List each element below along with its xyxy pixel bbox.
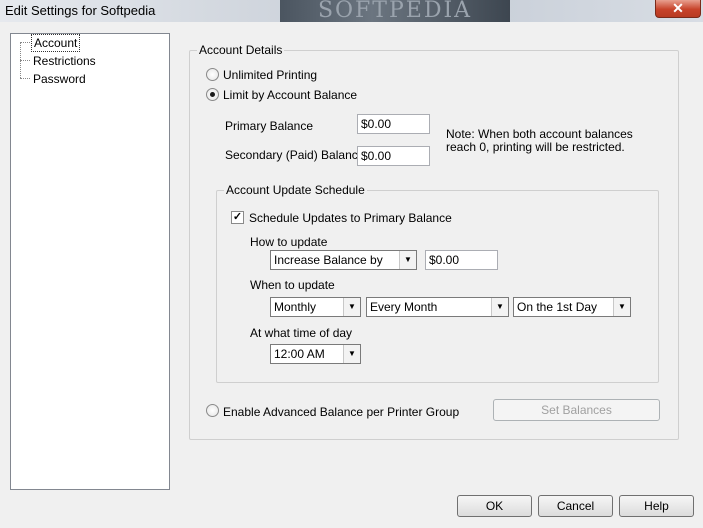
cancel-button[interactable]: Cancel [538,495,613,517]
secondary-balance-field[interactable]: $0.00 [357,146,430,166]
close-icon: ✕ [672,0,684,16]
interval-value: Every Month [370,300,438,314]
update-method-dropdown[interactable]: Increase Balance by ▼ [270,250,417,270]
unlimited-printing-radio[interactable] [206,68,219,81]
tree-branch [20,42,30,43]
limit-by-balance-radio[interactable] [206,88,219,101]
window-title: Edit Settings for Softpedia [5,3,156,18]
day-value: On the 1st Day [517,300,598,314]
time-of-day-label: At what time of day [250,326,353,340]
balance-note-line-2: reach 0, printing will be restricted. [446,140,625,154]
chevron-down-icon[interactable]: ▼ [491,298,508,316]
time-value: 12:00 AM [274,347,325,361]
primary-balance-field[interactable]: $0.00 [357,114,430,134]
tree-item-label: Password [33,72,86,86]
tree-item-label: Restrictions [33,54,96,68]
close-button[interactable]: ✕ [655,0,701,18]
schedule-updates-checkbox[interactable]: ✓ [231,211,244,224]
watermark-logo: SOFTPEDIA [280,0,510,23]
when-to-update-label: When to update [250,278,335,292]
chevron-down-icon[interactable]: ▼ [613,298,630,316]
update-method-value: Increase Balance by [274,253,383,267]
checkmark-icon: ✓ [232,211,243,223]
secondary-balance-label: Secondary (Paid) Balance [225,148,365,162]
advanced-balance-radio[interactable] [206,404,219,417]
help-button[interactable]: Help [619,495,694,517]
update-schedule-legend: Account Update Schedule [224,183,367,197]
chevron-down-icon[interactable]: ▼ [399,251,416,269]
tree-branch [20,60,30,61]
chevron-down-icon[interactable]: ▼ [343,345,360,363]
time-dropdown[interactable]: 12:00 AM ▼ [270,344,361,364]
frequency-dropdown[interactable]: Monthly ▼ [270,297,361,317]
primary-balance-label: Primary Balance [225,119,314,133]
day-dropdown[interactable]: On the 1st Day ▼ [513,297,631,317]
frequency-value: Monthly [274,300,317,314]
chevron-down-icon[interactable]: ▼ [343,298,360,316]
advanced-balance-label[interactable]: Enable Advanced Balance per Printer Grou… [223,405,459,419]
title-bar: Edit Settings for Softpedia SOFTPEDIA ✕ [0,0,703,23]
tree-item-label: Account [31,34,81,52]
limit-by-balance-label[interactable]: Limit by Account Balance [223,88,357,102]
account-details-legend: Account Details [197,43,285,57]
set-balances-button[interactable]: Set Balances [493,399,660,421]
unlimited-printing-label[interactable]: Unlimited Printing [223,68,317,82]
settings-tree: Account Restrictions Password [10,33,170,490]
tree-branch [20,78,30,79]
balance-note-line-1: Note: When both account balances [446,127,633,141]
ok-button[interactable]: OK [457,495,532,517]
how-to-update-label: How to update [250,235,328,249]
update-amount-field[interactable]: $0.00 [425,250,498,270]
interval-dropdown[interactable]: Every Month ▼ [366,297,509,317]
schedule-updates-label[interactable]: Schedule Updates to Primary Balance [249,211,452,225]
